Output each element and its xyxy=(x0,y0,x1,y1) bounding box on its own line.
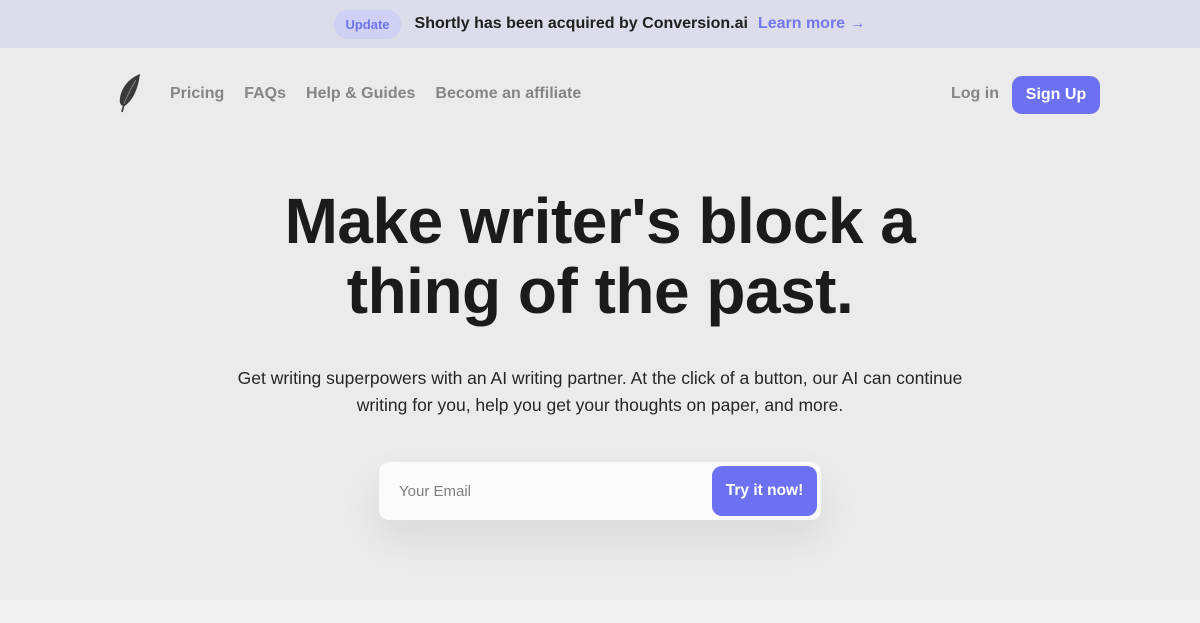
nav-link-faqs[interactable]: FAQs xyxy=(244,85,286,103)
hero-subtitle: Get writing superpowers with an AI writi… xyxy=(200,365,1000,419)
feather-icon[interactable] xyxy=(116,72,144,114)
nav-link-pricing[interactable]: Pricing xyxy=(170,85,224,103)
hero-subtitle-line-1: Get writing superpowers with an AI writi… xyxy=(237,368,963,388)
nav-link-help-guides[interactable]: Help & Guides xyxy=(306,85,415,103)
update-badge: Update xyxy=(334,9,401,39)
signup-button[interactable]: Sign Up xyxy=(1012,76,1100,114)
email-signup-form: Try it now! xyxy=(379,462,821,520)
announcement-text: Shortly has been acquired by Conversion.… xyxy=(414,15,748,32)
login-link[interactable]: Log in xyxy=(951,85,999,103)
hero-title-line-1: Make writer's block a xyxy=(284,185,916,257)
hero-title-line-2: thing of the past. xyxy=(346,255,854,327)
announcement-banner: Update Shortly has been acquired by Conv… xyxy=(0,0,1200,48)
email-input[interactable] xyxy=(399,462,699,520)
main-nav: Pricing FAQs Help & Guides Become an aff… xyxy=(0,48,1200,142)
nav-links: Pricing FAQs Help & Guides Become an aff… xyxy=(170,85,581,103)
nav-link-affiliate[interactable]: Become an affiliate xyxy=(435,85,581,103)
try-it-now-button[interactable]: Try it now! xyxy=(712,466,817,516)
next-section-edge xyxy=(0,600,1200,623)
hero-title: Make writer's block a thing of the past. xyxy=(0,186,1200,326)
hero-subtitle-line-2: writing for you, help you get your thoug… xyxy=(356,395,844,415)
learn-more-link[interactable]: Learn more → xyxy=(758,15,866,33)
